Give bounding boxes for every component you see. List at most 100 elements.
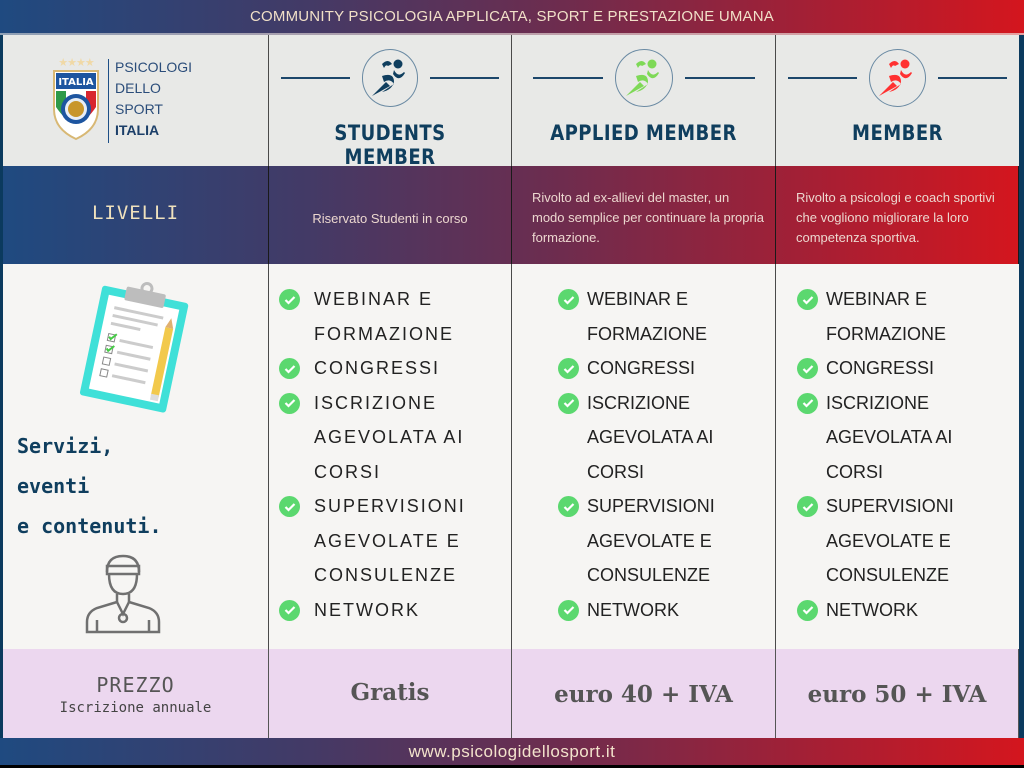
brand-line: ITALIA (115, 122, 160, 138)
feature-item: ISCRIZIONE AGEVOLATA AI CORSI (558, 386, 737, 490)
feature-item: NETWORK (797, 593, 976, 628)
feature-item: CONGRESSI (797, 351, 976, 386)
services-label-line: eventi (17, 474, 90, 498)
feature-item: WEBINAR E FORMAZIONE (558, 282, 737, 351)
check-icon (558, 392, 579, 414)
check-icon (558, 496, 579, 517)
check-icon (279, 599, 300, 621)
feature-item: ISCRIZIONE AGEVOLATA AI CORSI (279, 386, 489, 490)
runner-icon (361, 49, 419, 107)
plan-price: Gratis (350, 679, 430, 706)
price-member: euro 50 + IVA (776, 649, 1019, 738)
features-applied: WEBINAR E FORMAZIONE CONGRESSI ISCRIZION… (512, 264, 776, 649)
plan-header-member: MEMBER (776, 35, 1019, 166)
feature-text: NETWORK (826, 599, 918, 620)
services-label-cell: Servizi, eventi e contenuti. (3, 264, 269, 649)
price-sublabel: Iscrizione annuale (59, 700, 212, 716)
brand-line: DELLO (115, 80, 161, 96)
crest-label: ITALIA (58, 77, 94, 88)
check-icon (558, 358, 579, 379)
feature-item: WEBINAR E FORMAZIONE (797, 282, 976, 351)
check-icon (797, 496, 818, 517)
plan-title: MEMBER (852, 121, 943, 145)
feature-item: NETWORK (558, 593, 737, 628)
price-applied: euro 40 + IVA (512, 649, 776, 738)
feature-text: ISCRIZIONE AGEVOLATA AI CORSI (826, 392, 953, 482)
feature-text: ISCRIZIONE AGEVOLATA AI CORSI (314, 392, 465, 482)
pricing-table: ★★★★ ITALIA PSICOLOGI DELLO SPORT ITALIA… (3, 35, 1019, 738)
feature-item: CONGRESSI (558, 351, 737, 386)
check-icon (797, 599, 818, 621)
feature-text: CONGRESSI (826, 358, 935, 378)
services-row: Servizi, eventi e contenuti. WEBINAR E F… (3, 264, 1019, 650)
check-icon (797, 358, 818, 379)
levels-label-cell: LIVELLI (3, 166, 269, 264)
feature-item: NETWORK (279, 593, 489, 628)
runner-icon (868, 49, 927, 107)
decorative-line (684, 77, 755, 79)
feature-item: ISCRIZIONE AGEVOLATA AI CORSI (797, 386, 976, 490)
check-icon (279, 496, 300, 517)
feature-text: WEBINAR E FORMAZIONE (826, 289, 946, 344)
top-banner: COMMUNITY PSICOLOGIA APPLICATA, SPORT E … (0, 0, 1024, 33)
feature-item: SUPERVISIONI AGEVOLATE E CONSULENZE (797, 489, 976, 593)
plan-emblem (269, 49, 511, 107)
decorative-line (430, 77, 500, 79)
levels-label: LIVELLI (91, 202, 180, 224)
plan-emblem (512, 49, 775, 107)
check-icon (558, 289, 579, 310)
plan-header-students: STUDENTS MEMBER (269, 35, 512, 169)
decorative-line (532, 77, 603, 79)
services-label-line: Servizi, (17, 434, 114, 458)
plan-description: Rivolto ad ex-allievi del master, un mod… (532, 190, 764, 245)
feature-item: WEBINAR E FORMAZIONE (279, 282, 489, 351)
logo: ★★★★ ITALIA PSICOLOGI DELLO SPORT ITALIA (50, 57, 192, 143)
crest-icon: ★★★★ ITALIA (50, 57, 102, 141)
feature-list: WEBINAR E FORMAZIONE CONGRESSI ISCRIZION… (558, 282, 737, 627)
plan-price: euro 40 + IVA (554, 681, 733, 708)
price-row: PREZZO Iscrizione annuale Gratis euro 40… (3, 649, 1019, 738)
brand-line: PSICOLOGI (115, 59, 193, 75)
check-icon (279, 358, 300, 379)
levels-row: LIVELLI Riservato Studenti in corso Rivo… (3, 166, 1019, 265)
feature-list: WEBINAR E FORMAZIONE CONGRESSI ISCRIZION… (279, 282, 489, 627)
feature-text: WEBINAR E FORMAZIONE (587, 289, 707, 344)
footer-banner: www.psicologidellosport.it (0, 738, 1024, 765)
plan-description: Riservato Studenti in corso (312, 211, 468, 226)
banner-title: COMMUNITY PSICOLOGIA APPLICATA, SPORT E … (249, 8, 774, 25)
check-icon (558, 599, 579, 621)
price-label-cell: PREZZO Iscrizione annuale (3, 649, 269, 738)
price-label: PREZZO (96, 673, 175, 697)
runner-icon (614, 49, 673, 107)
feature-text: SUPERVISIONI AGEVOLATE E CONSULENZE (587, 496, 715, 585)
features-students: WEBINAR E FORMAZIONE CONGRESSI ISCRIZION… (269, 264, 512, 649)
levels-applied: Rivolto ad ex-allievi del master, un mod… (512, 166, 776, 264)
plan-title: STUDENTS MEMBER (334, 121, 446, 169)
feature-text: CONGRESSI (314, 358, 441, 378)
price-students: Gratis (269, 649, 512, 738)
check-icon (797, 392, 818, 414)
services-label-line: e contenuti. (17, 514, 162, 538)
coach-icon (81, 550, 165, 639)
stars-icon: ★★★★ (58, 57, 94, 69)
check-icon (279, 289, 300, 310)
feature-item: SUPERVISIONI AGEVOLATE E CONSULENZE (558, 489, 737, 593)
feature-text: NETWORK (587, 599, 679, 620)
check-icon (279, 392, 300, 414)
website-link[interactable]: www.psicologidellosport.it (409, 742, 616, 762)
feature-text: SUPERVISIONI AGEVOLATE E CONSULENZE (826, 496, 954, 585)
header-row: ★★★★ ITALIA PSICOLOGI DELLO SPORT ITALIA… (3, 35, 1019, 169)
feature-text: NETWORK (314, 599, 420, 620)
plan-header-applied: APPLIED MEMBER (512, 35, 776, 166)
feature-text: WEBINAR E FORMAZIONE (314, 289, 454, 344)
decorative-line (281, 77, 350, 79)
feature-text: CONGRESSI (587, 358, 696, 378)
levels-students: Riservato Studenti in corso (269, 166, 512, 264)
clipboard-icon (78, 282, 198, 422)
feature-text: SUPERVISIONI AGEVOLATE E CONSULENZE (314, 496, 466, 585)
feature-item: CONGRESSI (279, 351, 489, 386)
brand-name: PSICOLOGI DELLO SPORT ITALIA (115, 57, 192, 143)
plan-description: Rivolto a psicologi e coach sportivi che… (796, 190, 995, 245)
logo-cell: ★★★★ ITALIA PSICOLOGI DELLO SPORT ITALIA (3, 35, 269, 166)
decorative-line (938, 77, 1007, 79)
